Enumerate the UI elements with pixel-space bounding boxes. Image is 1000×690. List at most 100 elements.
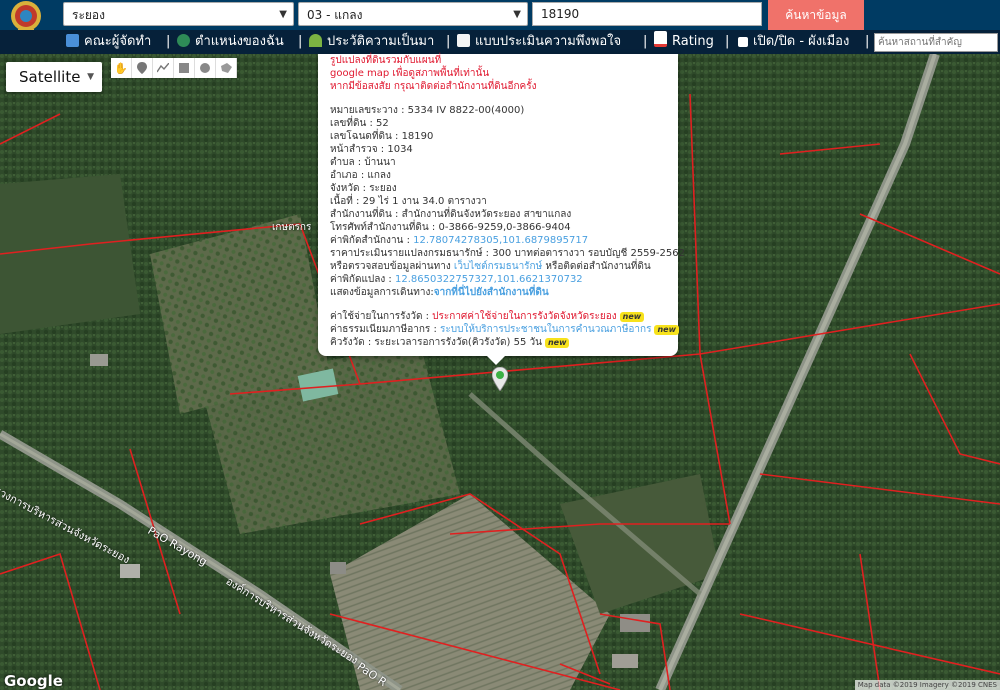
row-value: 52 bbox=[376, 118, 389, 129]
menu-item-survey[interactable]: แบบประเมินความพึงพอใจ bbox=[457, 30, 621, 54]
row-area: เนื้อที่ : 29 ไร่ 1 งาน 34.0 ตารางวา bbox=[330, 196, 487, 207]
row-label: โทรศัพท์สำนักงานที่ดิน bbox=[330, 222, 429, 233]
chevron-down-icon: ▼ bbox=[513, 9, 521, 20]
row-label: อำเภอ bbox=[330, 170, 358, 181]
row-value: 18190 bbox=[401, 131, 434, 142]
district-select[interactable]: 03 - แกลง ▼ bbox=[298, 2, 528, 26]
row-label: ค่าพิกัดแปลง : bbox=[330, 274, 392, 285]
row-label: คิวรังวัด : bbox=[330, 337, 372, 348]
search-bar: ระยอง ▼ 03 - แกลง ▼ ค้นหาข้อมูล bbox=[0, 0, 1000, 34]
row-survey-queue: คิวรังวัด : ระยะเวลารอการรังวัด(คิวรังวั… bbox=[330, 336, 570, 349]
row-suffix: หรือติดต่อสำนักงานที่ดิน bbox=[545, 261, 651, 272]
circle-icon[interactable] bbox=[195, 58, 216, 78]
marker-icon[interactable] bbox=[132, 58, 153, 78]
row-value: ระยะเวลารอการรังวัด(คิวรังวัด) 55 วัน bbox=[374, 337, 542, 348]
map-type-value: Satellite bbox=[19, 68, 81, 86]
menu-bar: คณะผู้จัดทำ | ตำแหน่งของฉัน | ประวัติควา… bbox=[0, 30, 1000, 54]
office-coord-link[interactable]: 12.78074278305,101.6879895717 bbox=[413, 235, 588, 246]
sprout-icon bbox=[309, 34, 322, 47]
row-label: สำนักงานที่ดิน bbox=[330, 209, 392, 220]
row-label: ค่าใช้จ่ายในการรังวัด : bbox=[330, 311, 429, 322]
row-label: จังหวัด bbox=[330, 183, 360, 194]
menu-item-toggle-city-plan[interactable]: เปิด/ปิด - ผังเมือง bbox=[738, 30, 849, 54]
survey-fee-link[interactable]: ประกาศค่าใช้จ่ายในการรังวัดจังหวัดระยอง bbox=[432, 311, 616, 322]
row-tax-fee: ค่าธรรมเนียมภาษีอากร : ระบบให้บริการประช… bbox=[330, 323, 679, 336]
chevron-down-icon: ▼ bbox=[279, 9, 287, 20]
menu-item-history[interactable]: ประวัติความเป็นมา bbox=[309, 30, 434, 54]
menu-item-rating[interactable]: Rating bbox=[654, 30, 714, 54]
row-survey-page: หน้าสำรวจ : 1034 bbox=[330, 144, 413, 155]
popup-notice-line-2: google map เพื่อดูสภาพพื้นที่เท่านั้น bbox=[330, 68, 490, 79]
row-label: หรือตรวจสอบข้อมูลผ่านทาง bbox=[330, 261, 451, 272]
row-deed-number: เลขโฉนดที่ดิน : 18190 bbox=[330, 131, 434, 142]
row-value: สำนักงานที่ดินจังหวัดระยอง สาขาแกลง bbox=[401, 209, 572, 220]
row-value: แกลง bbox=[367, 170, 391, 181]
chart-icon bbox=[654, 31, 667, 47]
new-badge: new bbox=[654, 325, 679, 335]
row-subdistrict: ตำบล : บ้านนา bbox=[330, 157, 396, 168]
row-label: เลขโฉนดที่ดิน bbox=[330, 131, 392, 142]
row-province: จังหวัด : ระยอง bbox=[330, 183, 397, 194]
parcel-info-popup: รูปแปลงที่ดินรวมกับแผนที่ google map เพื… bbox=[318, 54, 685, 356]
map-pin-icon[interactable] bbox=[492, 367, 508, 391]
row-value: 29 ไร่ 1 งาน 34.0 ตารางวา bbox=[362, 196, 487, 207]
place-search-input[interactable] bbox=[874, 33, 998, 52]
popup-notice-line-1: รูปแปลงที่ดินรวมกับแผนที่ bbox=[330, 55, 442, 66]
place-label: เกษตรกร bbox=[272, 222, 312, 233]
tax-service-link[interactable]: ระบบให้บริการประชาชนในการคำนวณภาษีอากร bbox=[440, 324, 651, 335]
polygon-icon[interactable] bbox=[216, 58, 237, 78]
menu-separator: | bbox=[865, 34, 870, 49]
menu-item-label: เปิด/ปิด - ผังเมือง bbox=[753, 34, 850, 49]
province-value: ระยอง bbox=[72, 8, 105, 22]
row-appraisal-price: ราคาประเมินรายแปลงกรมธนารักษ์ : 300 บาทต… bbox=[330, 248, 685, 259]
menu-item-label: Rating bbox=[672, 34, 714, 49]
hand-icon[interactable]: ✋ bbox=[111, 58, 132, 78]
popup-pointer bbox=[486, 355, 506, 365]
map-type-select[interactable]: Satellite ▼ bbox=[6, 62, 102, 92]
search-button[interactable]: ค้นหาข้อมูล bbox=[768, 0, 864, 30]
drawing-toolbar: ✋ bbox=[111, 58, 237, 78]
rectangle-icon[interactable] bbox=[174, 58, 195, 78]
route-link[interactable]: จากที่นี่ไปยังสำนักงานที่ดิน bbox=[434, 287, 549, 298]
row-value: บ้านนา bbox=[364, 157, 396, 168]
row-label: เลขที่ดิน bbox=[330, 118, 367, 129]
province-select[interactable]: ระยอง ▼ bbox=[63, 2, 294, 26]
menu-separator: | bbox=[446, 34, 451, 49]
polyline-icon[interactable] bbox=[153, 58, 174, 78]
google-logo: Google bbox=[4, 672, 63, 690]
popup-notice-line-3: หากมีข้อสงสัย กรุณาติดต่อสำนักงานที่ดินอ… bbox=[330, 81, 537, 92]
menu-item-my-location[interactable]: ตำแหน่งของฉัน bbox=[177, 30, 284, 54]
row-district: อำเภอ : แกลง bbox=[330, 170, 391, 181]
menu-item-credits[interactable]: คณะผู้จัดทำ bbox=[66, 30, 151, 54]
row-land-office: สำนักงานที่ดิน : สำนักงานที่ดินจังหวัดระ… bbox=[330, 209, 572, 220]
row-label: ค่าพิกัดสำนักงาน : bbox=[330, 235, 410, 246]
row-value: 5334 IV 8822-00(4000) bbox=[407, 105, 525, 116]
row-label: ตำบล bbox=[330, 157, 355, 168]
menu-item-label: แบบประเมินความพึงพอใจ bbox=[475, 34, 622, 49]
row-label: แสดงข้อมูลการเดินทาง: bbox=[330, 287, 434, 298]
row-value: ระยอง bbox=[369, 183, 397, 194]
parcel-coord-link[interactable]: 12.8650322757327,101.6621370732 bbox=[395, 274, 583, 285]
treasury-website-link[interactable]: เว็บไซต์กรมธนารักษ์ bbox=[454, 261, 542, 272]
row-value: 0-3866-9259,0-3866-9404 bbox=[438, 222, 571, 233]
district-value: 03 - แกลง bbox=[307, 8, 363, 22]
row-label: หน้าสำรวจ bbox=[330, 144, 378, 155]
menu-item-label: คณะผู้จัดทำ bbox=[84, 34, 152, 49]
new-badge: new bbox=[544, 338, 570, 348]
checkbox-icon[interactable] bbox=[738, 37, 748, 47]
menu-item-label: ประวัติความเป็นมา bbox=[327, 34, 435, 49]
parcel-number-input[interactable] bbox=[532, 2, 762, 26]
row-value: 1034 bbox=[387, 144, 413, 155]
row-land-number: เลขที่ดิน : 52 bbox=[330, 118, 389, 129]
menu-separator: | bbox=[725, 34, 730, 49]
map-attribution[interactable]: Map data ©2019 Imagery ©2019 CNES bbox=[854, 680, 1000, 690]
row-survey-fee: ค่าใช้จ่ายในการรังวัด : ประกาศค่าใช้จ่าย… bbox=[330, 310, 645, 323]
row-label: ค่าธรรมเนียมภาษีอากร : bbox=[330, 324, 437, 335]
globe-icon bbox=[177, 34, 190, 47]
menu-item-label: ตำแหน่งของฉัน bbox=[195, 34, 284, 49]
row-map-sheet: หมายเลขระวาง : 5334 IV 8822-00(4000) bbox=[330, 105, 525, 116]
row-label: เนื้อที่ bbox=[330, 196, 353, 207]
menu-separator: | bbox=[643, 34, 648, 49]
gift-icon bbox=[66, 34, 79, 47]
row-office-coord: ค่าพิกัดสำนักงาน : 12.78074278305,101.68… bbox=[330, 234, 588, 247]
